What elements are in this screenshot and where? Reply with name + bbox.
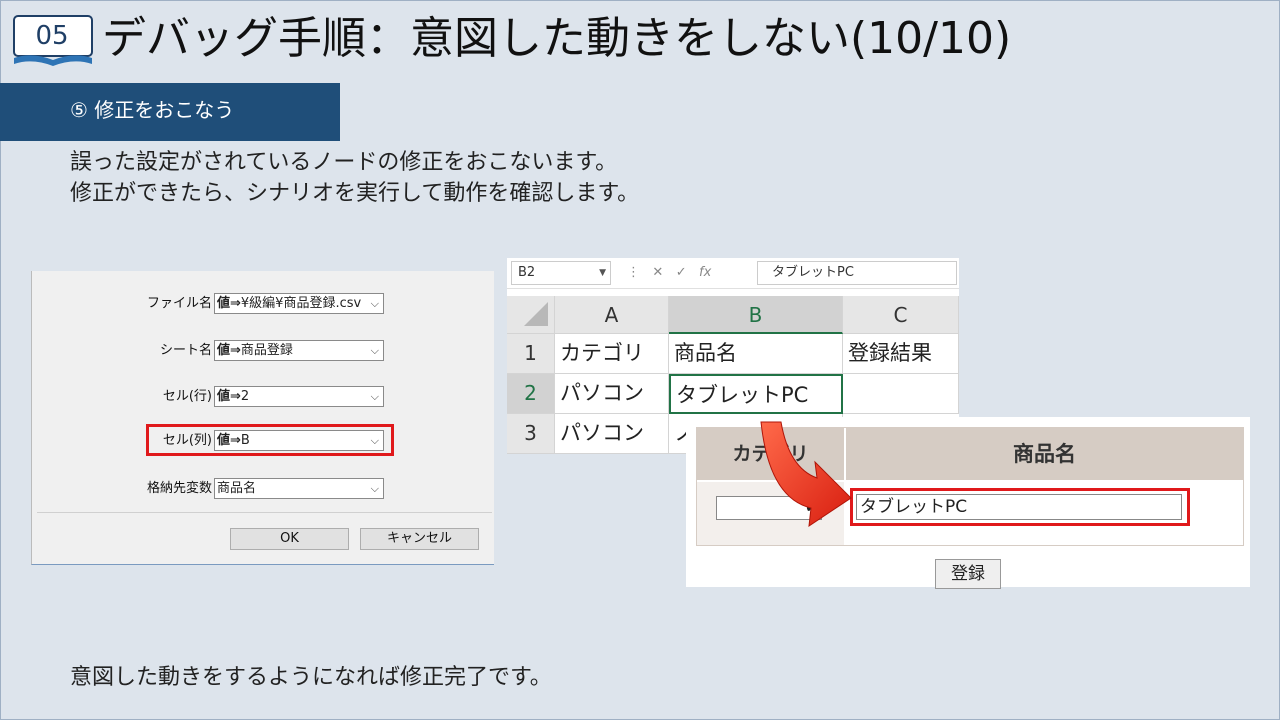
chevron-down-icon: ⌵ <box>370 297 379 310</box>
filename-select[interactable]: 値⇒¥級編¥商品登録.csv ⌵ <box>214 293 384 314</box>
sheetname-select[interactable]: 値⇒商品登録 ⌵ <box>214 340 384 361</box>
dropdown-arrow-icon: ▼ <box>599 268 606 278</box>
dialog-body: ファイル名 値⇒¥級編¥商品登録.csv ⌵ シート名 値⇒商品登録 ⌵ セル(行)… <box>37 271 492 513</box>
cell-a3[interactable]: パソコン <box>555 414 669 454</box>
column-header-a[interactable]: A <box>555 296 669 334</box>
chevron-down-icon: ⌵ <box>370 482 379 495</box>
cell-a2[interactable]: パソコン <box>555 374 669 414</box>
formula-bar: B2 ▼ ⋮ ✕ ✓ fx タブレットPC <box>507 258 959 289</box>
description: 誤った設定がされているノードの修正をおこないます。 修正ができたら、シナリオを実… <box>70 147 639 209</box>
cell-row-label: セル(行) <box>162 389 212 404</box>
cell-b2-active[interactable]: タブレットPC <box>669 374 843 414</box>
select-all-corner[interactable] <box>507 296 555 334</box>
cell-b1[interactable]: 商品名 <box>669 334 843 374</box>
description-line-2: 修正ができたら、シナリオを実行して動作を確認します。 <box>70 181 640 206</box>
highlight-box-cell-col <box>146 424 394 456</box>
description-line-1: 誤った設定がされているノードの修正をおこないます。 <box>70 150 618 175</box>
page-title: デバッグ手順：意図した動きをしない(10/10) <box>102 13 1012 64</box>
row-header-2[interactable]: 2 <box>507 374 555 414</box>
chevron-down-icon: ⌵ <box>370 344 379 357</box>
variable-select[interactable]: 商品名 ⌵ <box>214 478 384 499</box>
footer-note: 意図した動きをするようになれば修正完了です。 <box>70 665 552 690</box>
section-number: 05 <box>35 21 69 51</box>
red-arrow-icon <box>760 421 852 528</box>
formula-input[interactable]: タブレットPC <box>757 261 957 285</box>
cancel-button[interactable]: キャンセル <box>360 528 479 550</box>
row-sheetname: シート名 値⇒商品登録 ⌵ <box>37 339 492 363</box>
name-box[interactable]: B2 ▼ <box>511 261 611 285</box>
chevron-down-icon: ⌵ <box>370 390 379 403</box>
ok-button[interactable]: OK <box>230 528 349 550</box>
cell-a1[interactable]: カテゴリ <box>555 334 669 374</box>
more-icon: ⋮ <box>627 265 640 280</box>
row-cell-row: セル(行) 値⇒2 ⌵ <box>37 385 492 409</box>
step-banner: ⑤ 修正をおこなう <box>0 83 340 141</box>
product-header: 商品名 <box>846 428 1243 480</box>
product-name-input[interactable]: タブレットPC <box>856 494 1182 520</box>
column-header-b[interactable]: B <box>669 296 843 334</box>
formula-bar-icons: ⋮ ✕ ✓ fx <box>627 261 757 285</box>
step-label: ⑤ 修正をおこなう <box>70 98 235 122</box>
cell-row-select[interactable]: 値⇒2 ⌵ <box>214 386 384 407</box>
book-icon: 05 <box>12 14 93 66</box>
cell-c1[interactable]: 登録結果 <box>843 334 959 374</box>
fx-icon[interactable]: fx <box>699 265 711 280</box>
register-button[interactable]: 登録 <box>935 559 1001 589</box>
row-header-1[interactable]: 1 <box>507 334 555 374</box>
sheetname-label: シート名 <box>159 343 212 358</box>
cancel-icon[interactable]: ✕ <box>652 265 663 280</box>
row-header-3[interactable]: 3 <box>507 414 555 454</box>
check-icon[interactable]: ✓ <box>676 265 687 280</box>
variable-label: 格納先変数 <box>146 481 212 496</box>
row-variable: 格納先変数 商品名 ⌵ <box>37 477 492 501</box>
row-filename: ファイル名 値⇒¥級編¥商品登録.csv ⌵ <box>37 292 492 316</box>
column-header-c[interactable]: C <box>843 296 959 334</box>
cell-c2[interactable] <box>843 374 959 414</box>
filename-label: ファイル名 <box>146 296 212 311</box>
excel-read-dialog: ファイル名 値⇒¥級編¥商品登録.csv ⌵ シート名 値⇒商品登録 ⌵ セル(行)… <box>31 271 494 565</box>
